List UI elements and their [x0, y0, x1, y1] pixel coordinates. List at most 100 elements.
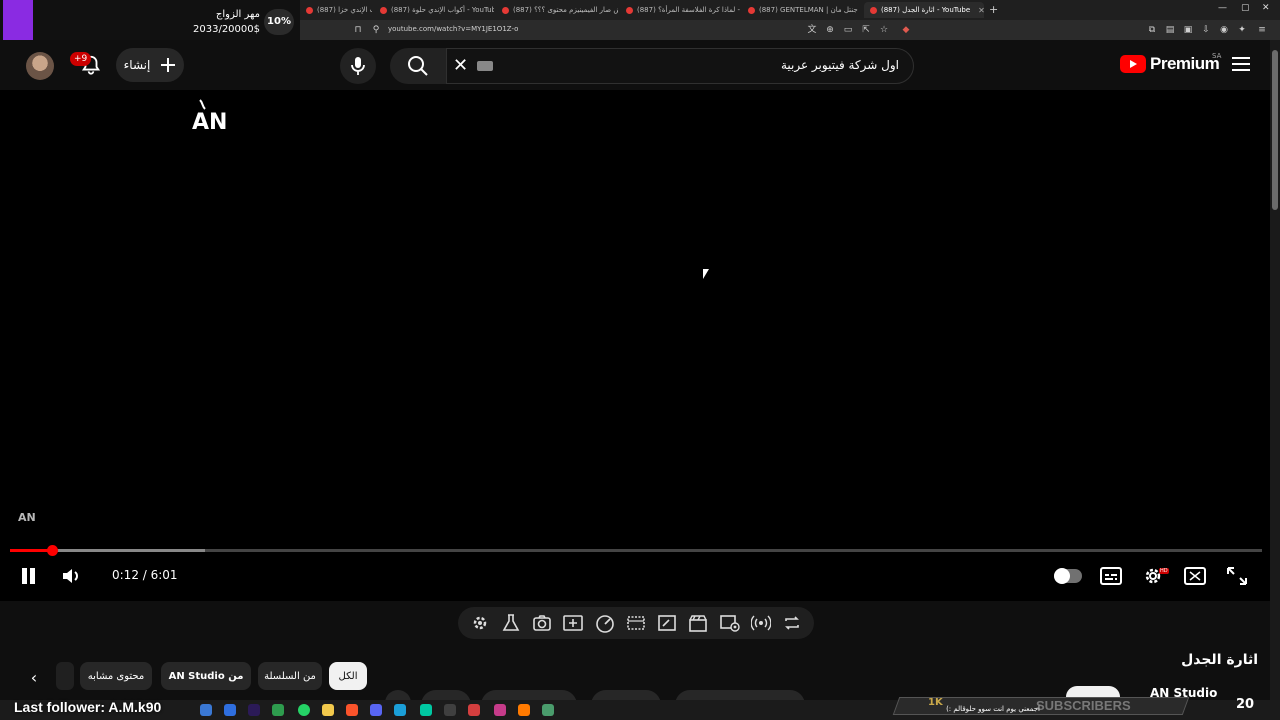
browser-menu-icon[interactable]: ≡ [1256, 24, 1268, 36]
youtube-favicon-icon [626, 6, 633, 14]
bookmark-star-icon[interactable]: ☆ [878, 24, 890, 36]
tab-label: (887) أكواب الإندي خزا - ... [317, 6, 372, 14]
app-icon[interactable] [248, 704, 260, 716]
last-follower-overlay: Last follower: A.M.k90 [14, 699, 162, 715]
app-icon[interactable] [468, 704, 480, 716]
new-tab-icon[interactable]: + [989, 3, 998, 16]
clapperboard-icon[interactable] [688, 613, 708, 633]
discord-icon[interactable] [370, 704, 382, 716]
svg-text:AN: AN [192, 110, 227, 134]
chip-from-channel[interactable]: AN Studio من [161, 662, 251, 690]
fullscreen-icon[interactable] [1226, 566, 1248, 586]
channel-watermark-icon[interactable]: AN [18, 506, 40, 524]
time-display: 0:12 / 6:01 [112, 568, 178, 582]
subtitles-icon[interactable] [1100, 566, 1122, 586]
chip-related[interactable]: محتوى مشابه [80, 662, 152, 690]
browser-tab[interactable]: (887) أكواب الإندي حلوة - YouTube [374, 2, 494, 18]
url-field[interactable]: youtube.com/watch?v=MY1JE1O1Z-o [388, 25, 518, 33]
leo-icon[interactable]: ✦ [1236, 24, 1248, 36]
brave-shield-icon[interactable]: ◆ [900, 24, 912, 36]
create-button[interactable]: إنشاء [116, 48, 184, 82]
youtube-favicon-icon [870, 6, 877, 14]
sidebar-icon[interactable]: ▤ [1164, 24, 1176, 36]
search-button[interactable] [390, 48, 446, 84]
maximize-icon[interactable]: ▢ [1241, 3, 1250, 13]
hamburger-menu-icon[interactable] [1232, 57, 1250, 71]
page-scrollbar[interactable] [1270, 40, 1280, 720]
played-bar [10, 549, 52, 552]
site-info-icon[interactable]: ⚲ [370, 24, 382, 36]
keyboard-icon[interactable] [477, 61, 493, 71]
pause-button[interactable] [20, 568, 36, 584]
whatsapp-icon[interactable] [298, 704, 310, 716]
watch-overlay-icon[interactable] [719, 613, 740, 633]
app-icon[interactable] [494, 704, 506, 716]
app-icon[interactable] [200, 704, 212, 716]
tab-label: (887) ليش صار الفيمينيزم محتوى ؟؟؟ ... [513, 6, 618, 14]
avatar[interactable] [26, 52, 54, 80]
app-icon[interactable] [518, 704, 530, 716]
flask-icon[interactable] [501, 613, 521, 633]
tab-label: (887) لماذا كرة الفلاسفة المرأة؟ - Tube [637, 6, 740, 14]
bookmark-icon[interactable]: ⊓ [352, 24, 364, 36]
goal-title: مهر الزواج [215, 9, 260, 20]
cinema-mode-icon[interactable] [626, 613, 646, 633]
pause-icon [22, 568, 27, 584]
app-icon[interactable] [420, 704, 432, 716]
broadcast-icon[interactable] [751, 613, 772, 633]
browser-tab[interactable]: (887) أكواب الإندي خزا - ... [300, 2, 372, 18]
browser-tab[interactable]: (887) لماذا كرة الفلاسفة المرأة؟ - Tube [620, 2, 740, 18]
profile-icon[interactable]: ◉ [1218, 24, 1230, 36]
chips-previous-icon[interactable]: ‹ [24, 668, 44, 690]
tab-label: (887) أكواب الإندي حلوة - YouTube [391, 6, 494, 14]
wallet-icon[interactable]: ▣ [1182, 24, 1194, 36]
chip-fade [56, 662, 74, 690]
youtube-header: +9 إنشاء ✕ اول شركة فيتيوبر عربية Premiu… [0, 40, 1280, 90]
autoplay-toggle[interactable] [1054, 568, 1082, 584]
extensions-icon[interactable]: ⧉ [1146, 24, 1158, 36]
speed-gauge-icon[interactable] [595, 613, 615, 633]
cast-icon[interactable]: ▭ [842, 24, 854, 36]
seek-knob[interactable] [46, 545, 58, 556]
file-explorer-icon[interactable] [322, 704, 334, 716]
notification-badge: +9 [70, 52, 92, 66]
search-input[interactable]: ✕ اول شركة فيتيوبر عربية [446, 48, 914, 84]
browser-tab[interactable]: (887) ليش صار الفيمينيزم محتوى ؟؟؟ ... [496, 2, 618, 18]
video-player[interactable]: AN AN 0:12 / 6:01 HD [0, 90, 1270, 601]
goal-percent: 10% [264, 9, 294, 35]
zoom-icon[interactable]: ⊕ [824, 24, 836, 36]
app-icon[interactable] [224, 704, 236, 716]
volume-icon[interactable] [62, 567, 82, 585]
browser-tab-active[interactable]: (887) اثارة الجدل - YouTube ✕ [864, 2, 984, 18]
theater-mode-icon[interactable] [657, 613, 677, 633]
brave-browser-icon[interactable] [346, 704, 358, 716]
loop-icon[interactable] [782, 613, 802, 633]
miniplayer-icon[interactable] [1184, 566, 1206, 586]
app-icon[interactable] [542, 704, 554, 716]
youtube-premium-logo[interactable]: Premium [1120, 54, 1220, 74]
youtube-favicon-icon [306, 6, 313, 14]
chip-series[interactable]: من السلسلة [258, 662, 322, 690]
downloads-icon[interactable]: ⇩ [1200, 24, 1212, 36]
settings-icon[interactable] [470, 613, 490, 633]
browser-tab[interactable]: (887) GENTELMAN | جنتل مان - YouTu... [742, 2, 860, 18]
chip-all[interactable]: الكل [329, 662, 367, 690]
app-icon[interactable] [394, 704, 406, 716]
app-icon[interactable] [444, 704, 456, 716]
translate-icon[interactable]: 文 [806, 24, 818, 36]
minimize-icon[interactable]: — [1218, 3, 1227, 13]
add-frame-icon[interactable] [563, 613, 584, 633]
screenshot-camera-icon[interactable] [532, 613, 552, 633]
create-label: إنشاء [123, 58, 151, 72]
voice-search-button[interactable] [340, 48, 376, 84]
plus-icon [161, 58, 176, 72]
close-tab-icon[interactable]: ✕ [978, 6, 984, 15]
close-window-icon[interactable]: ✕ [1262, 3, 1270, 13]
app-icon[interactable] [272, 704, 284, 716]
share-icon[interactable]: ⇱ [860, 24, 872, 36]
youtube-favicon-icon [380, 6, 387, 14]
video-title: اثارة الجدل [1181, 652, 1258, 668]
seek-bar[interactable] [10, 545, 1262, 556]
clear-search-icon[interactable]: ✕ [453, 57, 468, 75]
scrollbar-thumb[interactable] [1272, 50, 1278, 210]
